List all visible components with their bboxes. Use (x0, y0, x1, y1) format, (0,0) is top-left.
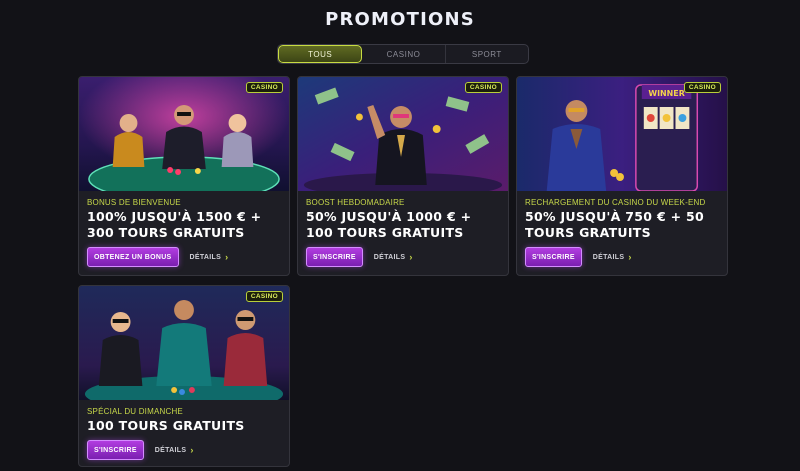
get-bonus-button[interactable]: OBTENEZ UN BONUS (87, 247, 179, 267)
sign-up-button[interactable]: S'INSCRIRE (306, 247, 363, 267)
promo-card-weekly-boost: CASINO BOOST HEBDOMADAIRE 50% JUSQU'À 10… (297, 76, 509, 276)
details-link[interactable]: DÉTAILS › (593, 252, 632, 262)
chevron-right-icon: › (628, 252, 632, 262)
sign-up-button[interactable]: S'INSCRIRE (525, 247, 582, 267)
promo-subtitle: SPÉCIAL DU DIMANCHE (87, 407, 183, 416)
chevron-right-icon: › (409, 252, 413, 262)
chevron-right-icon: › (225, 252, 229, 262)
tab-sport[interactable]: SPORT (446, 45, 528, 63)
promo-subtitle: RECHARGEMENT DU CASINO DU WEEK-END (525, 198, 706, 207)
tab-casino[interactable]: CASINO (362, 45, 446, 63)
chevron-right-icon: › (190, 445, 194, 455)
money-rain-image: CASINO (298, 77, 508, 191)
details-link[interactable]: DÉTAILS › (155, 445, 194, 455)
promo-subtitle: BONUS DE BIENVENUE (87, 198, 181, 207)
tab-tous[interactable]: TOUS (278, 45, 363, 63)
promo-card-welcome-bonus: CASINO BONUS DE BIENVENUE 100% JUSQU'À 1… (78, 76, 290, 276)
details-link[interactable]: DÉTAILS › (374, 252, 413, 262)
casino-badge: CASINO (683, 82, 721, 93)
slot-machine-image: WINNER CASINO (517, 77, 727, 191)
sunday-poker-image: CASINO (79, 286, 289, 400)
sign-up-button[interactable]: S'INSCRIRE (87, 440, 144, 460)
details-label: DÉTAILS (154, 446, 187, 454)
casino-badge: CASINO (464, 82, 502, 93)
poker-table-image: CASINO (79, 77, 289, 191)
promo-headline: 100 TOURS GRATUITS (87, 418, 245, 433)
details-label: DÉTAILS (592, 253, 625, 261)
promotions-page: PROMOTIONS TOUS CASINO SPORT CASINO BONU… (0, 0, 800, 471)
promo-card-sunday-special: CASINO SPÉCIAL DU DIMANCHE 100 TOURS GRA… (78, 285, 290, 467)
promo-headline: 50% JUSQU'À 1000 € + 100 TOURS GRATUITS (306, 209, 472, 240)
category-tabs: TOUS CASINO SPORT (277, 44, 529, 64)
winner-sign-text: WINNER (648, 89, 684, 98)
casino-badge: CASINO (245, 291, 283, 302)
promo-headline: 100% JUSQU'À 1500 € + 300 TOURS GRATUITS (87, 209, 262, 240)
casino-badge: CASINO (245, 82, 283, 93)
promo-card-weekend-reload: WINNER CASINO RECHARGEMENT DU CASINO DU … (516, 76, 728, 276)
details-label: DÉTAILS (189, 253, 222, 261)
details-label: DÉTAILS (373, 253, 406, 261)
promo-subtitle: BOOST HEBDOMADAIRE (306, 198, 405, 207)
promo-headline: 50% JUSQU'À 750 € + 50 TOURS GRATUITS (525, 209, 705, 240)
details-link[interactable]: DÉTAILS › (190, 252, 229, 262)
page-title: PROMOTIONS (325, 9, 475, 30)
